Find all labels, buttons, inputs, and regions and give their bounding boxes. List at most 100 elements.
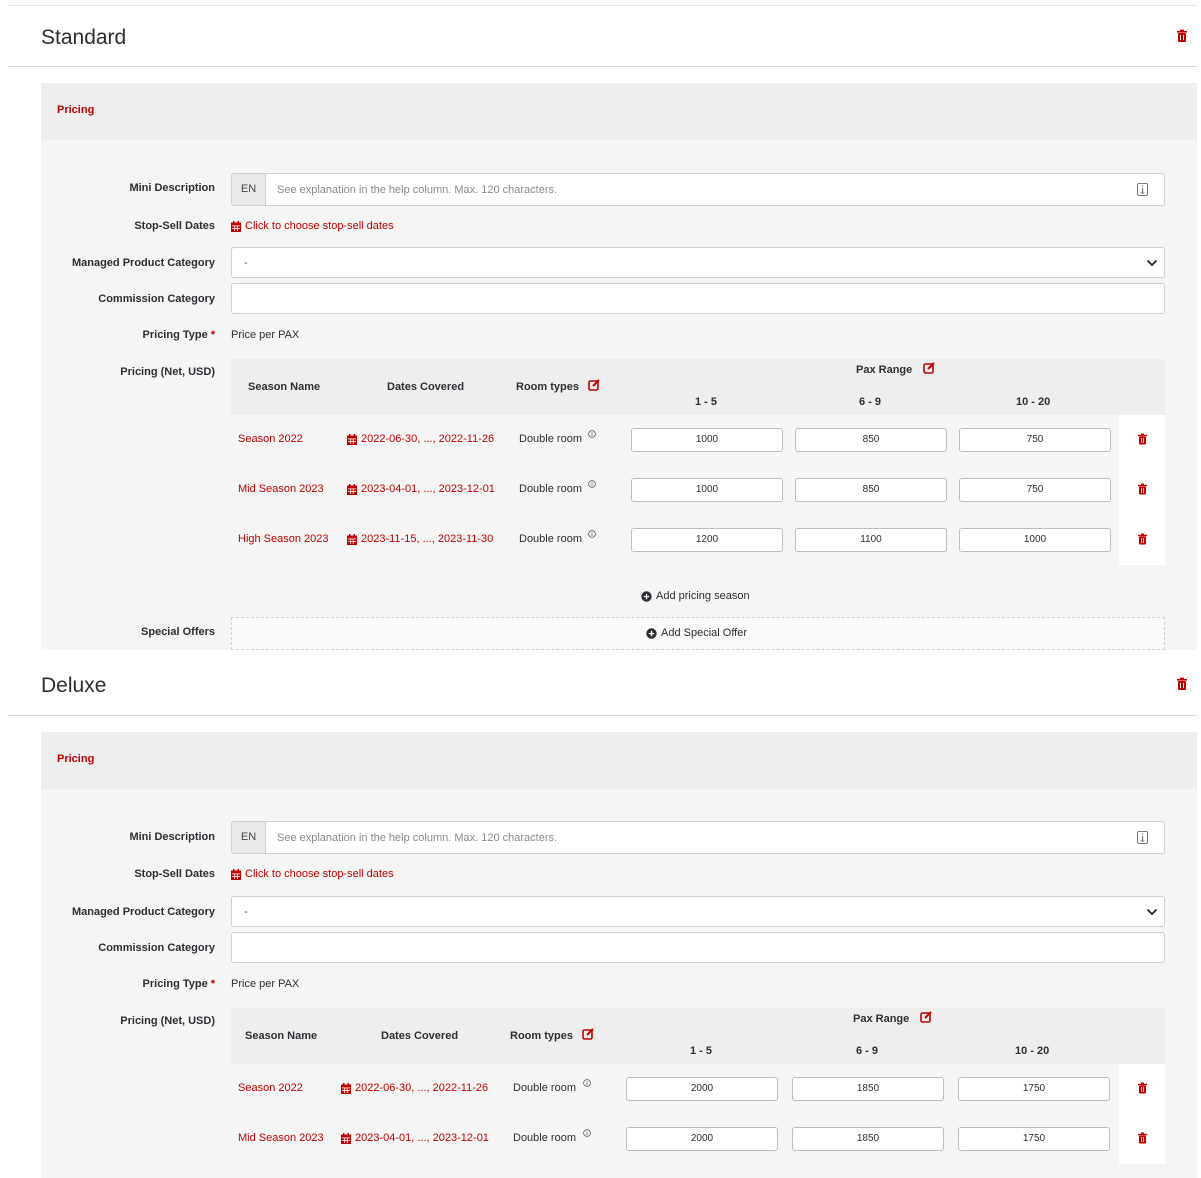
mini-description-label: Mini Description	[129, 182, 215, 194]
season-name[interactable]: Season 2022	[238, 1082, 303, 1094]
info-icon[interactable]	[588, 480, 596, 488]
col-room-types: Room types	[516, 381, 579, 393]
pricing-table: Season Name Dates Covered Room types Pax…	[231, 1008, 1165, 1178]
col-room-types: Room types	[510, 1030, 573, 1042]
delete-section-icon[interactable]	[1175, 677, 1189, 691]
managed-category-select[interactable]: -	[231, 896, 1165, 927]
stop-sell-link[interactable]: Click to choose stop-sell dates	[231, 868, 394, 880]
price-input[interactable]: 750	[959, 478, 1111, 502]
plus-circle-icon	[646, 627, 657, 639]
season-name[interactable]: Mid Season 2023	[238, 1132, 324, 1144]
delete-row-icon[interactable]	[1137, 533, 1148, 545]
delete-row-icon[interactable]	[1137, 1082, 1148, 1094]
pricing-net-label: Pricing (Net, USD)	[120, 1015, 215, 1027]
special-offers-label: Special Offers	[141, 626, 215, 638]
mini-description-label: Mini Description	[129, 831, 215, 843]
section-divider	[8, 66, 1197, 67]
price-input[interactable]: 850	[795, 428, 947, 452]
delete-section-icon[interactable]	[1175, 29, 1189, 43]
calendar-icon	[347, 433, 357, 445]
mini-description-field[interactable]: EN See explanation in the help column. M…	[231, 173, 1165, 206]
price-input[interactable]: 1000	[959, 528, 1111, 552]
dates-covered[interactable]: 2023-04-01, ..., 2023-12-01	[341, 1132, 489, 1144]
price-input[interactable]: 750	[959, 428, 1111, 452]
price-input[interactable]: 850	[795, 478, 947, 502]
price-input[interactable]: 2000	[626, 1127, 778, 1151]
top-divider	[8, 5, 1197, 6]
pax-range-2: 6 - 9	[859, 396, 882, 408]
stop-sell-text: Click to choose stop-sell dates	[245, 220, 394, 232]
info-icon[interactable]	[583, 1079, 591, 1087]
price-input[interactable]: 1000	[631, 478, 783, 502]
help-icon[interactable]	[1137, 183, 1148, 196]
pricing-net-label: Pricing (Net, USD)	[120, 366, 215, 378]
pricing-type-value: Price per PAX	[231, 329, 300, 341]
required-mark: *	[210, 329, 215, 341]
chevron-down-icon	[1146, 259, 1158, 267]
delete-row-icon[interactable]	[1137, 483, 1148, 495]
season-name[interactable]: Season 2022	[238, 433, 303, 445]
edit-room-types-icon[interactable]	[582, 1028, 594, 1040]
pricing-tab[interactable]: Pricing	[41, 83, 1197, 140]
info-icon[interactable]	[583, 1129, 591, 1137]
managed-category-select[interactable]: -	[231, 247, 1165, 278]
calendar-icon	[231, 220, 241, 232]
stop-sell-label: Stop-Sell Dates	[134, 220, 215, 232]
pax-range-2: 6 - 9	[856, 1045, 879, 1057]
mini-description-field[interactable]: EN See explanation in the help column. M…	[231, 821, 1165, 854]
room-type: Double room	[519, 533, 582, 545]
language-addon: EN	[232, 822, 266, 853]
delete-row-icon[interactable]	[1137, 433, 1148, 445]
add-pricing-season-button[interactable]: Add pricing season	[641, 590, 750, 602]
room-type: Double room	[513, 1132, 576, 1144]
season-name[interactable]: Mid Season 2023	[238, 483, 324, 495]
price-input[interactable]: 1850	[792, 1127, 944, 1151]
section-divider	[8, 715, 1197, 716]
help-icon[interactable]	[1137, 831, 1148, 844]
calendar-icon	[347, 533, 357, 545]
special-offers-box: Add Special Offer	[231, 617, 1165, 650]
select-value: -	[244, 906, 248, 918]
price-input[interactable]: 1750	[958, 1077, 1110, 1101]
dates-covered[interactable]: 2023-04-01, ..., 2023-12-01	[347, 483, 495, 495]
pricing-tab-label: Pricing	[57, 104, 95, 116]
stop-sell-text: Click to choose stop-sell dates	[245, 868, 394, 880]
pricing-tab-label: Pricing	[57, 753, 95, 765]
price-input[interactable]: 1850	[792, 1077, 944, 1101]
edit-pax-range-icon[interactable]	[920, 1011, 932, 1023]
pricing-panel: Pricing Mini Description EN See explanat…	[41, 83, 1197, 650]
dates-covered[interactable]: 2022-06-30, ..., 2022-11-26	[347, 433, 494, 445]
pax-range-3: 10 - 20	[1015, 1045, 1050, 1057]
info-icon[interactable]	[588, 430, 596, 438]
commission-category-input[interactable]	[231, 932, 1165, 963]
dates-covered[interactable]: 2022-06-30, ..., 2022-11-26	[341, 1082, 488, 1094]
section-title: Standard	[41, 26, 127, 49]
delete-row-icon[interactable]	[1137, 1132, 1148, 1144]
chevron-down-icon	[1146, 908, 1158, 916]
season-name[interactable]: High Season 2023	[238, 533, 329, 545]
pricing-tab[interactable]: Pricing	[41, 732, 1197, 789]
mini-description-input[interactable]: See explanation in the help column. Max.…	[277, 832, 557, 844]
calendar-icon	[341, 1082, 351, 1094]
table-row: Mid Season 2023 2023-04-01, ..., 2023-12…	[231, 1114, 1165, 1164]
pricing-type-value: Price per PAX	[231, 978, 300, 990]
info-icon[interactable]	[588, 530, 596, 538]
table-row: Season 2022 2022-06-30, ..., 2022-11-26 …	[231, 1064, 1165, 1114]
edit-pax-range-icon[interactable]	[923, 362, 935, 374]
mini-description-input[interactable]: See explanation in the help column. Max.…	[277, 184, 557, 196]
price-input[interactable]: 1200	[631, 528, 783, 552]
stop-sell-link[interactable]: Click to choose stop-sell dates	[231, 220, 394, 232]
stop-sell-label: Stop-Sell Dates	[134, 868, 215, 880]
add-special-offer-button[interactable]: Add Special Offer	[646, 627, 747, 639]
dates-covered[interactable]: 2023-11-15, ..., 2023-11-30	[347, 533, 493, 545]
managed-category-label: Managed Product Category	[71, 906, 215, 918]
price-input[interactable]: 1750	[958, 1127, 1110, 1151]
price-input[interactable]: 2000	[626, 1077, 778, 1101]
edit-room-types-icon[interactable]	[588, 379, 600, 391]
room-type: Double room	[513, 1082, 576, 1094]
room-type: Double room	[519, 433, 582, 445]
plus-circle-icon	[641, 590, 652, 602]
price-input[interactable]: 1000	[631, 428, 783, 452]
price-input[interactable]: 1100	[795, 528, 947, 552]
commission-category-input[interactable]	[231, 283, 1165, 314]
